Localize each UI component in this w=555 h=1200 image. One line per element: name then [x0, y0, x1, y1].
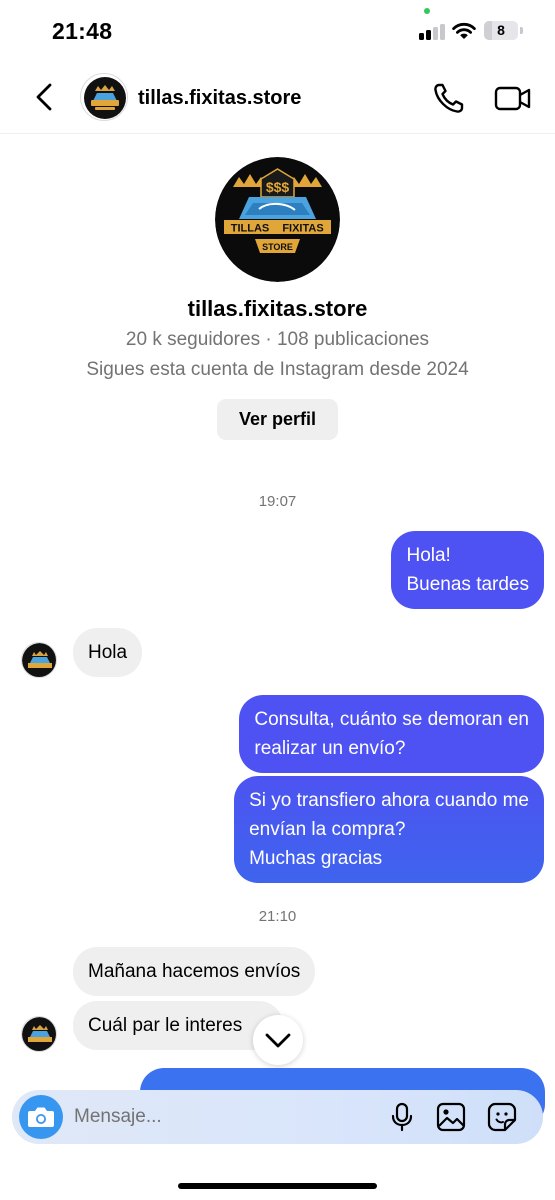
header-username[interactable]: tillas.fixitas.store [138, 87, 301, 110]
view-profile-button[interactable]: Ver perfil [217, 399, 338, 440]
message-line: envían la compra? [249, 819, 406, 840]
gallery-icon[interactable] [435, 1101, 467, 1133]
message-line: Si yo transfiero ahora cuando me [249, 790, 529, 811]
chat-header: tillas.fixitas.store [0, 60, 555, 134]
incoming-message[interactable]: Cuál par le interes [73, 1001, 283, 1050]
camera-button[interactable] [19, 1095, 63, 1139]
incoming-message[interactable]: Hola [73, 628, 143, 677]
message-line: Cuál par le interes [88, 1015, 243, 1036]
profile-stats: 20 k seguidores · 108 publicaciones [125, 329, 430, 350]
logo-fixitas-text: FIXITAS [282, 223, 323, 235]
sticker-icon[interactable] [486, 1101, 518, 1133]
message-line: Buenas tardes [406, 574, 529, 595]
privacy-indicator-dot [424, 8, 430, 14]
sender-avatar[interactable] [21, 1016, 57, 1052]
video-camera-icon[interactable] [493, 80, 533, 116]
incoming-message[interactable]: Mañana hacemos envíos [73, 947, 316, 996]
store-logo-icon [84, 77, 126, 119]
message-line: Muchas gracias [249, 848, 383, 869]
outgoing-message[interactable]: Hola! Buenas tardes [391, 531, 544, 609]
phone-icon[interactable] [431, 80, 467, 116]
camera-icon [28, 1107, 54, 1127]
scroll-to-bottom-button[interactable] [253, 1015, 303, 1065]
status-time: 21:48 [52, 18, 113, 44]
outgoing-message[interactable]: Consulta, cuánto se demoran en realizar … [239, 695, 544, 773]
logo-dollar-text: $$$ [266, 179, 290, 195]
message-input[interactable] [74, 1102, 374, 1132]
battery-icon: 8 [484, 21, 523, 40]
profile-username: tillas.fixitas.store [187, 296, 368, 321]
profile-following-since: Sigues esta cuenta de Instagram desde 20… [86, 359, 469, 380]
home-indicator [178, 1183, 377, 1189]
status-bar: 21:48 8 [0, 0, 555, 60]
cellular-signal-icon [419, 22, 447, 40]
dm-screen: 21:48 8 tillas.fixitas.store $$$ TILLAS … [0, 0, 555, 1200]
message-line: Hola [88, 642, 128, 663]
message-line: Consulta, cuánto se demoran en [254, 709, 529, 730]
logo-tillas-text: TILLAS [231, 223, 270, 235]
wifi-icon [452, 22, 476, 39]
store-logo-icon [22, 1017, 56, 1051]
message-line: realizar un envío? [254, 738, 406, 759]
chevron-down-icon [265, 1033, 291, 1048]
message-composer [12, 1090, 543, 1144]
logo-store-text: STORE [262, 242, 293, 252]
timestamp: 21:10 [258, 908, 297, 925]
battery-level: 8 [497, 22, 505, 38]
sender-avatar[interactable] [21, 642, 57, 678]
message-line: Mañana hacemos envíos [88, 961, 301, 982]
message-line: Hola! [406, 545, 451, 566]
header-avatar[interactable] [80, 73, 128, 121]
profile-avatar[interactable]: $$$ TILLAS FIXITAS STORE [215, 157, 340, 282]
store-logo-icon: $$$ TILLAS FIXITAS STORE [215, 157, 340, 282]
chevron-left-icon[interactable] [30, 82, 60, 112]
store-logo-icon [22, 643, 56, 677]
outgoing-message[interactable]: Si yo transfiero ahora cuando me envían … [234, 776, 544, 883]
microphone-icon[interactable] [386, 1101, 418, 1133]
timestamp: 19:07 [258, 493, 297, 510]
